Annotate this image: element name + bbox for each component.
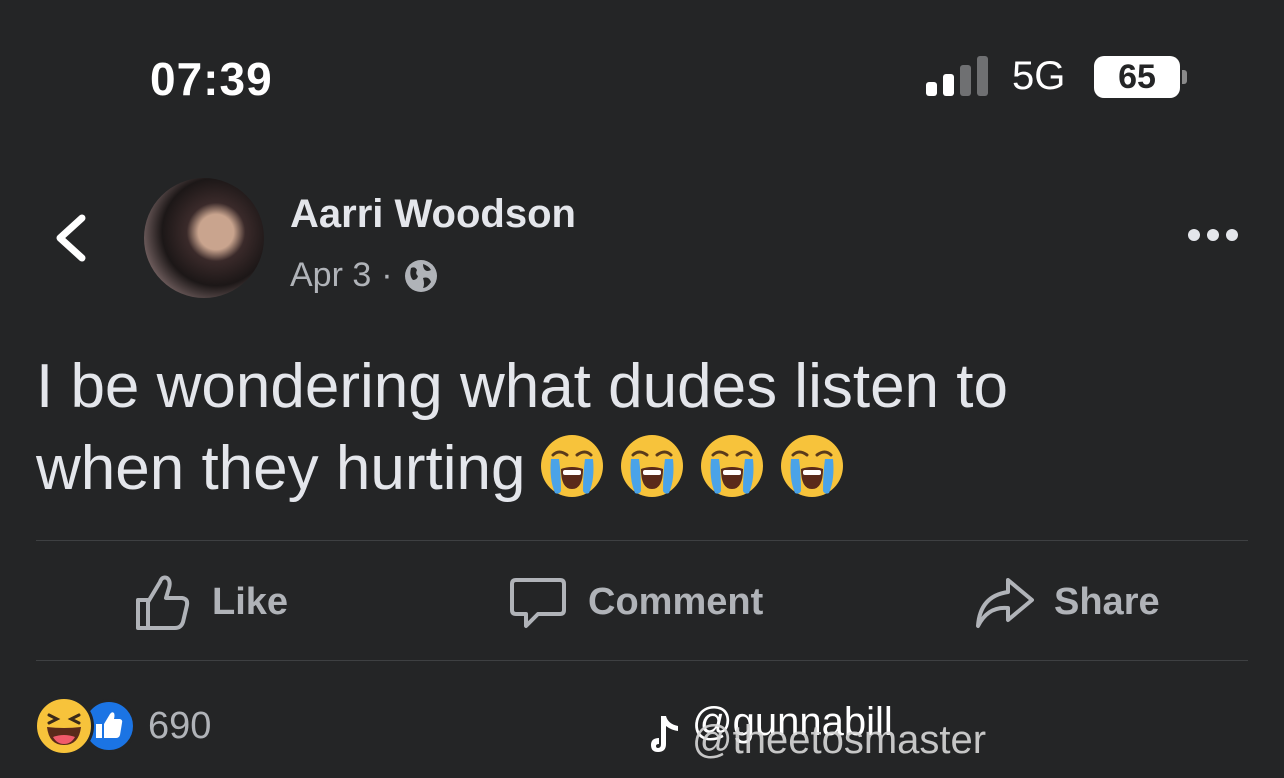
like-label: Like: [212, 580, 289, 623]
globe-icon: [404, 259, 437, 292]
network-type: 5G: [1012, 54, 1066, 98]
meta-separator: ·: [381, 256, 393, 294]
loudly-crying-face-emoji-4: [781, 435, 844, 497]
comment-label: Comment: [588, 580, 764, 623]
post-text-line-2: when they hurting: [36, 434, 526, 503]
signal-strength-icon: [926, 56, 988, 96]
tiktok-logo-icon: [651, 716, 678, 752]
more-options-icon[interactable]: [1186, 220, 1240, 250]
post-text-line-1: I be wondering what dudes listen to: [36, 352, 1008, 421]
author-avatar[interactable]: [144, 178, 264, 298]
share-arrow-icon: [976, 578, 1034, 628]
post-text: I be wondering what dudes listen to when…: [36, 346, 1256, 510]
post-meta: Apr 3 ·: [290, 256, 439, 295]
reactions-summary[interactable]: 690: [34, 696, 211, 756]
divider-bottom: [36, 660, 1248, 661]
comment-button[interactable]: Comment: [508, 572, 763, 632]
watermark-handle-2: @theetosmaster: [692, 718, 987, 762]
post-date[interactable]: Apr 3: [290, 256, 371, 295]
reaction-count: 690: [148, 704, 212, 747]
tiktok-watermark: @gunnabill @theetosmaster: [648, 698, 986, 768]
battery-level: 65: [1118, 58, 1156, 96]
comment-bubble-icon: [510, 578, 566, 628]
loudly-crying-face-emoji-3: [701, 435, 764, 497]
thumbs-up-icon: [136, 575, 190, 630]
haha-reaction-icon: [34, 696, 94, 756]
loudly-crying-face-emoji-2: [621, 435, 684, 497]
divider-top: [36, 540, 1248, 541]
share-label: Share: [1054, 580, 1160, 623]
author-name[interactable]: Aarri Woodson: [290, 192, 576, 237]
like-button[interactable]: Like: [132, 572, 288, 632]
battery-tip: [1182, 70, 1187, 84]
status-time: 07:39: [150, 53, 273, 105]
emoji-row: [525, 434, 845, 503]
loudly-crying-face-emoji-1: [541, 435, 604, 497]
battery-icon: 65: [1094, 56, 1180, 98]
share-button[interactable]: Share: [974, 572, 1160, 632]
back-chevron-icon[interactable]: [52, 212, 92, 264]
